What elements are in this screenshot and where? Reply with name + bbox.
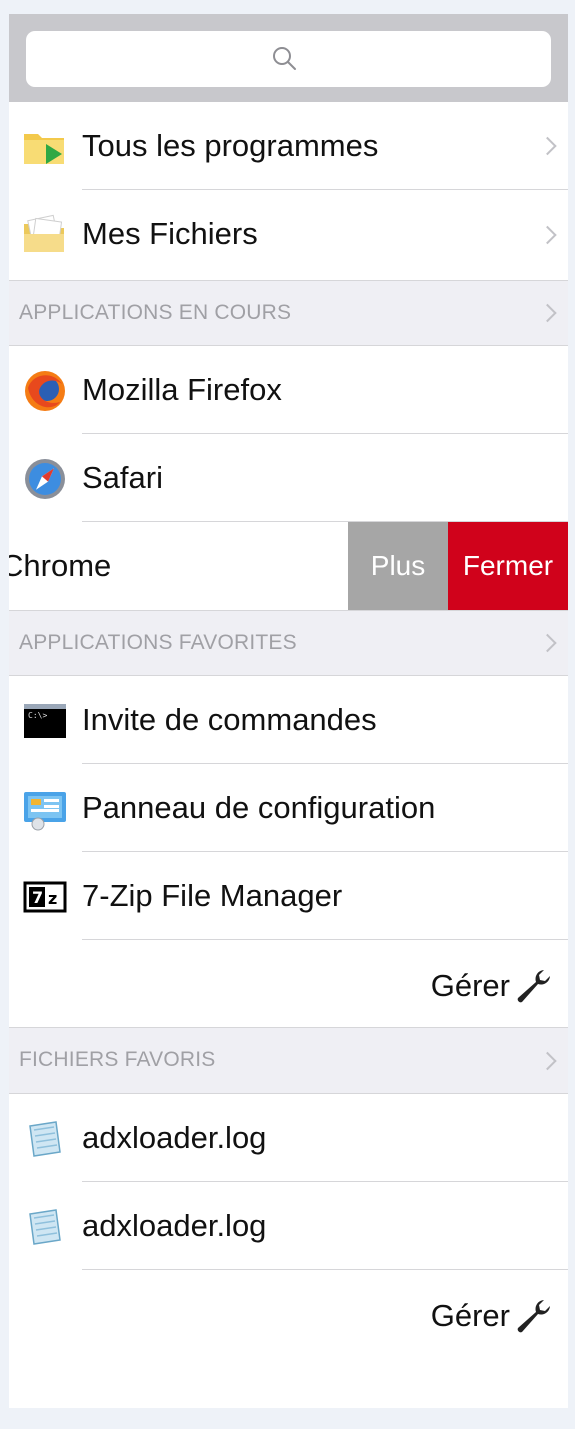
chevron-right-icon xyxy=(538,633,557,653)
chrome-item-swiped[interactable]: Chrome Plus Fermer xyxy=(9,522,568,610)
folder-documents-icon xyxy=(24,214,64,252)
all-programs-label: Tous les programmes xyxy=(82,128,379,163)
search-bar xyxy=(9,14,568,102)
file-item[interactable]: adxloader.log xyxy=(9,1094,568,1182)
chevron-right-icon xyxy=(538,136,557,156)
svg-text:C:\>: C:\> xyxy=(28,711,47,720)
7zip-icon: 7 z xyxy=(23,881,67,913)
search-input[interactable] xyxy=(26,31,551,87)
firefox-icon xyxy=(25,371,65,411)
manage-favorite-apps[interactable]: Gérer xyxy=(9,940,568,1028)
safari-icon xyxy=(25,459,65,499)
chevron-right-icon xyxy=(538,1051,557,1070)
running-apps-title: APPLICATIONS EN COURS xyxy=(19,301,292,324)
favorite-apps-header[interactable]: APPLICATIONS FAVORITES xyxy=(9,610,568,676)
wrench-icon xyxy=(517,970,550,1003)
7zip-label: 7-Zip File Manager xyxy=(82,878,343,913)
manage-favorite-files[interactable]: Gérer xyxy=(9,1270,568,1358)
firefox-label: Mozilla Firefox xyxy=(82,372,282,407)
my-files-label: Mes Fichiers xyxy=(82,216,258,251)
7zip-item[interactable]: 7 z 7-Zip File Manager xyxy=(9,852,568,940)
app-list-panel: Tous les programmes Mes Fichiers APPLICA… xyxy=(9,14,568,1408)
control-panel-icon xyxy=(24,792,66,831)
safari-item[interactable]: Safari xyxy=(9,434,568,522)
file-label: adxloader.log xyxy=(82,1120,267,1155)
more-button[interactable]: Plus xyxy=(348,522,448,610)
svg-text:7: 7 xyxy=(32,888,43,907)
manage-label: Gérer xyxy=(430,968,510,1003)
log-file-icon xyxy=(29,1121,61,1157)
svg-text:z: z xyxy=(48,889,57,908)
log-file-icon xyxy=(29,1209,61,1245)
firefox-item[interactable]: Mozilla Firefox xyxy=(9,346,568,434)
control-panel-item[interactable]: Panneau de configuration xyxy=(9,764,568,852)
control-panel-label: Panneau de configuration xyxy=(82,790,436,825)
bottom-band xyxy=(0,1408,575,1429)
terminal-icon: C:\> xyxy=(24,704,66,738)
favorite-files-title: FICHIERS FAVORIS xyxy=(19,1048,216,1071)
command-prompt-label: Invite de commandes xyxy=(82,702,377,737)
all-programs-item[interactable]: Tous les programmes xyxy=(9,102,568,190)
manage-label: Gérer xyxy=(430,1298,510,1333)
favorite-files-header[interactable]: FICHIERS FAVORIS xyxy=(9,1028,568,1094)
command-prompt-item[interactable]: C:\> Invite de commandes xyxy=(9,676,568,764)
close-app-button[interactable]: Fermer xyxy=(448,522,568,610)
chevron-right-icon xyxy=(538,225,557,245)
wrench-icon xyxy=(517,1300,550,1333)
file-label: adxloader.log xyxy=(82,1208,267,1243)
file-item[interactable]: adxloader.log xyxy=(9,1182,568,1270)
safari-label: Safari xyxy=(82,460,163,495)
my-files-item[interactable]: Mes Fichiers xyxy=(9,190,568,280)
running-apps-header[interactable]: APPLICATIONS EN COURS xyxy=(9,280,568,346)
folder-play-icon xyxy=(24,134,64,164)
chevron-right-icon xyxy=(538,303,557,323)
search-icon xyxy=(273,47,296,70)
favorite-apps-title: APPLICATIONS FAVORITES xyxy=(19,631,297,654)
chrome-label: Chrome xyxy=(9,548,112,583)
